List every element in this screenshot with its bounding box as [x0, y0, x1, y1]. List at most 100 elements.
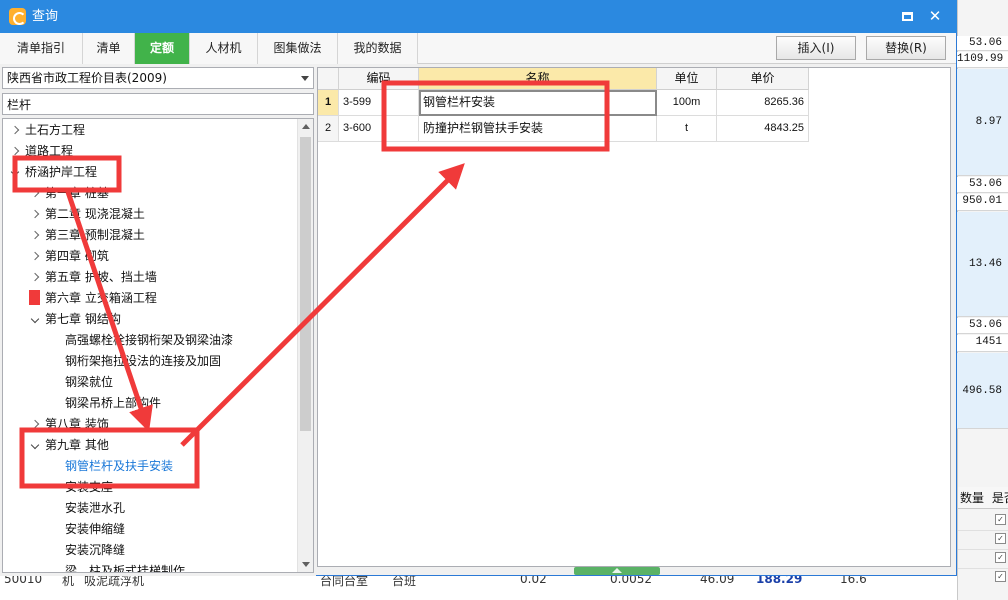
cell-code[interactable]: 3-600: [339, 116, 419, 142]
chevron-right-icon[interactable]: [29, 225, 41, 245]
bg-value: 8.97: [957, 69, 1008, 176]
column-header-unit[interactable]: 单位: [657, 68, 717, 90]
tree-item-label: 第五章 护坡、挡土墙: [45, 270, 157, 284]
chevron-down-icon[interactable]: [29, 435, 41, 455]
chevron-right-icon[interactable]: [29, 414, 41, 434]
quota-results-grid: 编码 名称 单位 单价 1 3-599 钢管栏杆安装 100m 8265.36 …: [317, 67, 951, 567]
tree-item-label: 钢桁架拖拉设法的连接及加固: [65, 354, 222, 368]
tree-leaf-item[interactable]: 安装伸缩缝: [3, 519, 297, 539]
library-select-value: 陕西省市政工程价目表(2009): [7, 71, 167, 85]
insert-button[interactable]: 插入(I): [776, 36, 856, 60]
tree-item-label: 第七章 钢结构: [45, 312, 121, 326]
tree-item-label: 钢梁就位: [65, 375, 114, 389]
tab-bill-guide[interactable]: 清单指引: [0, 33, 83, 64]
chevron-right-icon[interactable]: [29, 246, 41, 266]
bg-value: 1109.99: [957, 52, 1008, 68]
tree-item-label: 道路工程: [25, 144, 74, 158]
tree-node[interactable]: 第三章 预制混凝土: [3, 225, 297, 245]
bg-checkbox[interactable]: ✓: [995, 514, 1006, 525]
tree-item-label: 土石方工程: [25, 123, 86, 137]
chevron-right-icon[interactable]: [29, 183, 41, 203]
panel-collapse-handle[interactable]: [574, 567, 660, 575]
tree-node[interactable]: 桥涵护岸工程: [3, 162, 297, 182]
row-number: 2: [318, 116, 339, 142]
tree-item-label: 钢梁吊桥上部构件: [65, 396, 162, 410]
bg-value: 53.06: [957, 177, 1008, 193]
tab-labor-material-machine[interactable]: 人材机: [190, 33, 258, 64]
bg-checkbox[interactable]: ✓: [995, 552, 1006, 563]
bg-value: 1451: [957, 335, 1008, 352]
category-panel: 陕西省市政工程价目表(2009) 土石方工程道路工程桥涵护岸工程第一章 桩基第二…: [0, 66, 316, 576]
app-logo-icon: [9, 8, 26, 25]
tree-leaf-item[interactable]: 梁、柱及板式挂梯制作: [3, 561, 297, 573]
tree-leaf-item[interactable]: 钢管栏杆及扶手安装: [3, 456, 297, 476]
chapter-tree[interactable]: 土石方工程 道路工程 桥涵护岸工程 第一章 桩基 第二章 现浇混凝土 第三章 预制混凝土第…: [2, 118, 314, 573]
maximize-button[interactable]: [896, 6, 918, 26]
bg-checkbox[interactable]: ✓: [995, 533, 1006, 544]
column-header-code[interactable]: 编码: [339, 68, 419, 90]
tree-leaf-item[interactable]: 安装沉降缝: [3, 540, 297, 560]
close-button[interactable]: ✕: [924, 6, 946, 26]
column-header-name[interactable]: 名称: [419, 68, 657, 90]
tree-node[interactable]: 第七章 钢结构: [3, 309, 297, 329]
tree-node[interactable]: 第九章 其他: [3, 435, 297, 455]
chevron-right-icon[interactable]: [9, 120, 21, 140]
tree-leaf-item[interactable]: 钢桁架拖拉设法的连接及加固: [3, 351, 297, 371]
close-icon: ✕: [928, 7, 942, 25]
cell-name[interactable]: 钢管栏杆安装: [419, 90, 657, 116]
tab-atlas-method[interactable]: 图集做法: [258, 33, 338, 64]
tree-item-label: 高强螺栓栓接钢桁架及钢梁油漆: [65, 333, 234, 347]
tab-my-data[interactable]: 我的数据: [338, 33, 418, 64]
column-header-index: [318, 68, 339, 90]
column-header-price[interactable]: 单价: [717, 68, 809, 90]
tree-node[interactable]: 第四章 砌筑: [3, 246, 297, 266]
cell-price[interactable]: 4843.25: [717, 116, 809, 142]
chevron-right-icon[interactable]: [29, 204, 41, 224]
tree-node[interactable]: 第二章 现浇混凝土: [3, 204, 297, 224]
cell-name[interactable]: 防撞护栏钢管扶手安装: [419, 116, 657, 142]
bg-column-header: 数量 是否: [958, 487, 1008, 509]
tree-item-label: 第一章 桩基: [45, 186, 109, 200]
chevron-down-icon[interactable]: [9, 162, 21, 182]
tree-item-label: 安装泄水孔: [65, 501, 126, 515]
cell-unit[interactable]: t: [657, 116, 717, 142]
tree-leaf-item[interactable]: 钢梁就位: [3, 372, 297, 392]
tree-node[interactable]: 土石方工程: [3, 120, 297, 140]
tree-item-label: 第八章 装饰: [45, 417, 109, 431]
scroll-up-icon[interactable]: [298, 119, 313, 135]
bg-value: 53.06: [957, 318, 1008, 334]
chevron-right-icon[interactable]: [29, 288, 41, 308]
tree-item-label: 梁、柱及板式挂梯制作: [65, 564, 186, 573]
scroll-down-icon[interactable]: [298, 556, 313, 572]
cell-unit[interactable]: 100m: [657, 90, 717, 116]
tree-node[interactable]: 第五章 护坡、挡土墙: [3, 267, 297, 287]
tab-bill[interactable]: 清单: [83, 33, 135, 64]
tree-search-input[interactable]: [2, 93, 314, 115]
tree-scrollbar[interactable]: [297, 119, 313, 572]
replace-button[interactable]: 替换(R): [866, 36, 946, 60]
tab-quota[interactable]: 定额: [135, 33, 190, 64]
dialog-titlebar[interactable]: 查询 ✕: [0, 0, 957, 33]
cell-price[interactable]: 8265.36: [717, 90, 809, 116]
chevron-right-icon[interactable]: [9, 141, 21, 161]
dialog-title: 查询: [32, 9, 59, 24]
bg-value: 13.46: [957, 212, 1008, 317]
tree-item-label: 第二章 现浇混凝土: [45, 207, 145, 221]
chevron-right-icon[interactable]: [29, 267, 41, 287]
chevron-down-icon[interactable]: [29, 309, 41, 329]
tree-leaf-item[interactable]: 安装泄水孔: [3, 498, 297, 518]
tree-node[interactable]: 第六章 立交箱涵工程: [3, 288, 297, 308]
tree-leaf-item[interactable]: 高强螺栓栓接钢桁架及钢梁油漆: [3, 330, 297, 350]
tree-leaf-item[interactable]: 安装支座: [3, 477, 297, 497]
bg-header-quantity: 数量: [960, 491, 985, 505]
tree-leaf-item[interactable]: 钢梁吊桥上部构件: [3, 393, 297, 413]
tree-node[interactable]: 第一章 桩基: [3, 183, 297, 203]
tree-node[interactable]: 第八章 装饰: [3, 414, 297, 434]
tree-node[interactable]: 道路工程: [3, 141, 297, 161]
scroll-thumb[interactable]: [300, 137, 311, 431]
library-select[interactable]: 陕西省市政工程价目表(2009): [2, 67, 314, 89]
tree-item-label: 第四章 砌筑: [45, 249, 109, 263]
cell-code[interactable]: 3-599: [339, 90, 419, 116]
bg-checkbox[interactable]: ✓: [995, 571, 1006, 582]
background-app-panel: 53.06 1109.99 8.97 53.06 950.01 13.46 53…: [957, 0, 1008, 600]
